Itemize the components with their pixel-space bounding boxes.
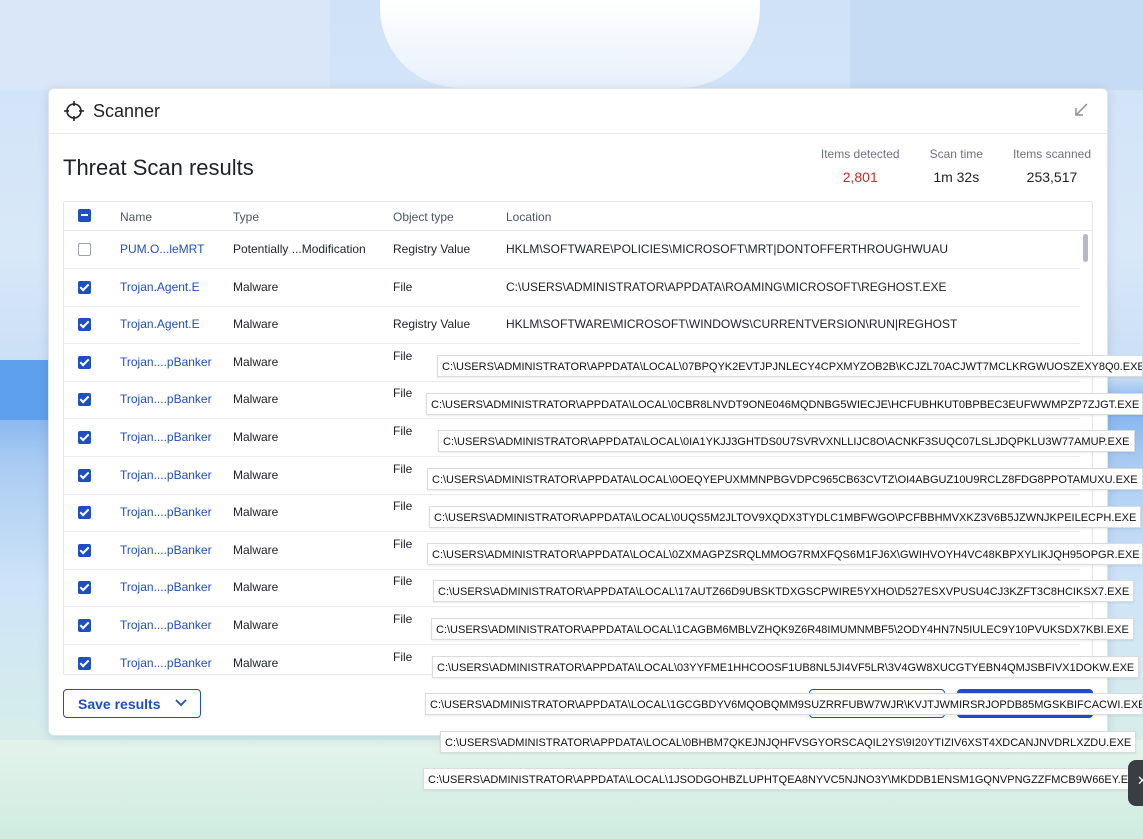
table-scrollbar[interactable] [1083,234,1088,262]
row-checkbox[interactable] [78,468,91,482]
location-tooltip: C:\USERS\ADMINISTRATOR\APPDATA\LOCAL\0UQ… [429,506,1142,528]
cell-type: Malware [233,655,279,670]
save-results-button[interactable]: Save results [63,689,201,718]
location-tooltip: C:\USERS\ADMINISTRATOR\APPDATA\LOCAL\03Y… [432,656,1140,678]
stat-value: 1m 32s [933,169,980,185]
row-checkbox[interactable] [78,243,91,256]
location-tooltip: C:\USERS\ADMINISTRATOR\APPDATA\LOCAL\1JS… [423,768,1134,790]
cell-object: File [393,424,413,438]
background-glow [380,0,760,88]
cell-type: Potentially ...Modification [233,242,366,256]
crosshair-icon [64,101,84,121]
stat-items-scanned: Items scanned 253,517 [1013,147,1091,185]
cell-object: File [393,348,413,363]
side-panel-tab[interactable]: ✕ [1128,760,1143,806]
cell-type: Malware [233,467,279,482]
row-checkbox[interactable] [78,393,91,407]
cell-type: Malware [233,580,279,595]
cell-object: Registry Value [393,242,471,256]
cell-location: C:\USERS\ADMINISTRATOR\APPDATA\ROAMING\M… [506,279,947,294]
cell-name[interactable]: PUM.O...leMRT [120,242,204,256]
column-header-object-type[interactable]: Object type [393,210,454,224]
stat-label: Scan time [929,147,983,161]
cell-object: Registry Value [393,317,471,332]
background-panel [850,0,1143,90]
column-header-name[interactable]: Name [120,210,152,224]
cell-object: File [393,279,413,294]
table-header: Name Type Object type Location [64,202,1092,231]
cell-type: Malware [233,542,279,557]
stat-label: Items detected [820,147,900,161]
background-panel [0,0,330,90]
cell-name[interactable]: Trojan....pBanker [120,355,212,369]
cell-type: Malware [233,279,279,294]
select-all-checkbox[interactable] [78,209,91,222]
cell-object: File [393,461,413,476]
cell-object: File [393,386,413,401]
row-checkbox[interactable] [78,543,91,557]
row-checkbox[interactable] [78,581,91,595]
cell-object: File [393,649,413,664]
cell-location: HKLM\SOFTWARE\POLICIES\MICROSOFT\MRT|DON… [506,242,949,256]
cell-name[interactable]: Trojan....pBanker [120,392,212,406]
row-checkbox[interactable] [78,355,91,369]
table-row[interactable]: Trojan.Agent.E Malware Registry Value HKLM\… [64,306,1080,345]
cell-name[interactable]: Trojan....pBanker [120,505,212,519]
cell-name[interactable]: Trojan....pBanker [120,618,212,632]
window-title: Scanner [93,101,161,121]
row-checkbox[interactable] [78,318,91,332]
location-tooltip: C:\USERS\ADMINISTRATOR\APPDATA\LOCAL\0BH… [440,731,1137,753]
location-tooltip: C:\USERS\ADMINISTRATOR\APPDATA\LOCAL\0CB… [426,393,1143,415]
minimize-icon[interactable] [1073,102,1089,118]
row-checkbox[interactable] [78,431,91,444]
cell-type: Malware [233,392,279,407]
cell-type: Malware [233,354,279,369]
stat-value: 253,517 [1026,169,1078,185]
location-tooltip: C:\USERS\ADMINISTRATOR\APPDATA\LOCAL\0OE… [427,468,1143,490]
cell-object: File [393,499,413,514]
row-checkbox[interactable] [78,619,91,632]
column-header-location[interactable]: Location [506,210,551,224]
cell-object: File [393,612,413,626]
cell-location: HKLM\SOFTWARE\MICROSOFT\WINDOWS\CURRENTV… [506,317,958,332]
cell-type: Malware [233,618,279,632]
window-header: Scanner [49,89,1107,134]
scan-stats: Items detected 2,801 Scan time 1m 32s It… [791,147,1091,185]
location-tooltip: C:\USERS\ADMINISTRATOR\APPDATA\LOCAL\1GC… [425,693,1143,715]
location-tooltip: C:\USERS\ADMINISTRATOR\APPDATA\LOCAL\0ZX… [427,543,1143,565]
row-checkbox[interactable] [78,656,91,670]
cell-type: Malware [233,505,279,520]
row-checkbox[interactable] [78,506,91,520]
page-title: Threat Scan results [63,155,254,180]
stat-items-detected: Items detected 2,801 [821,147,900,185]
cell-name[interactable]: Trojan....pBanker [120,430,212,444]
stat-scan-time: Scan time 1m 32s [930,147,983,185]
cell-type: Malware [233,430,279,444]
table-row[interactable]: PUM.O...leMRT Potentially ...Modification… [64,231,1080,269]
location-tooltip: C:\USERS\ADMINISTRATOR\APPDATA\LOCAL\1CA… [431,618,1134,640]
cell-name[interactable]: Trojan.Agent.E [120,280,200,294]
location-tooltip: C:\USERS\ADMINISTRATOR\APPDATA\LOCAL\07B… [437,355,1143,377]
cell-object: File [393,574,413,589]
save-results-label: Save results [78,696,161,712]
cell-name[interactable]: Trojan....pBanker [120,468,212,482]
cell-object: File [393,536,413,551]
cell-name[interactable]: Trojan.Agent.E [120,317,200,331]
cell-name[interactable]: Trojan....pBanker [120,543,212,557]
location-tooltip: C:\USERS\ADMINISTRATOR\APPDATA\LOCAL\0IA… [438,430,1135,452]
location-tooltip: C:\USERS\ADMINISTRATOR\APPDATA\LOCAL\17A… [433,580,1135,602]
cell-name[interactable]: Trojan....pBanker [120,656,212,670]
chevron-down-icon [175,699,187,707]
table-body: PUM.O...leMRT Potentially ...Modification… [64,231,1092,674]
table-row[interactable]: Trojan.Agent.E Malware File C:\USERS\ADMINI… [64,269,1080,307]
stat-label: Items scanned [1012,147,1091,161]
close-icon: ✕ [1137,773,1143,788]
row-checkbox[interactable] [78,280,91,294]
cell-type: Malware [233,317,279,332]
background-accent [0,360,50,420]
stat-value: 2,801 [842,169,878,185]
column-header-type[interactable]: Type [233,210,259,224]
cell-name[interactable]: Trojan....pBanker [120,580,212,594]
